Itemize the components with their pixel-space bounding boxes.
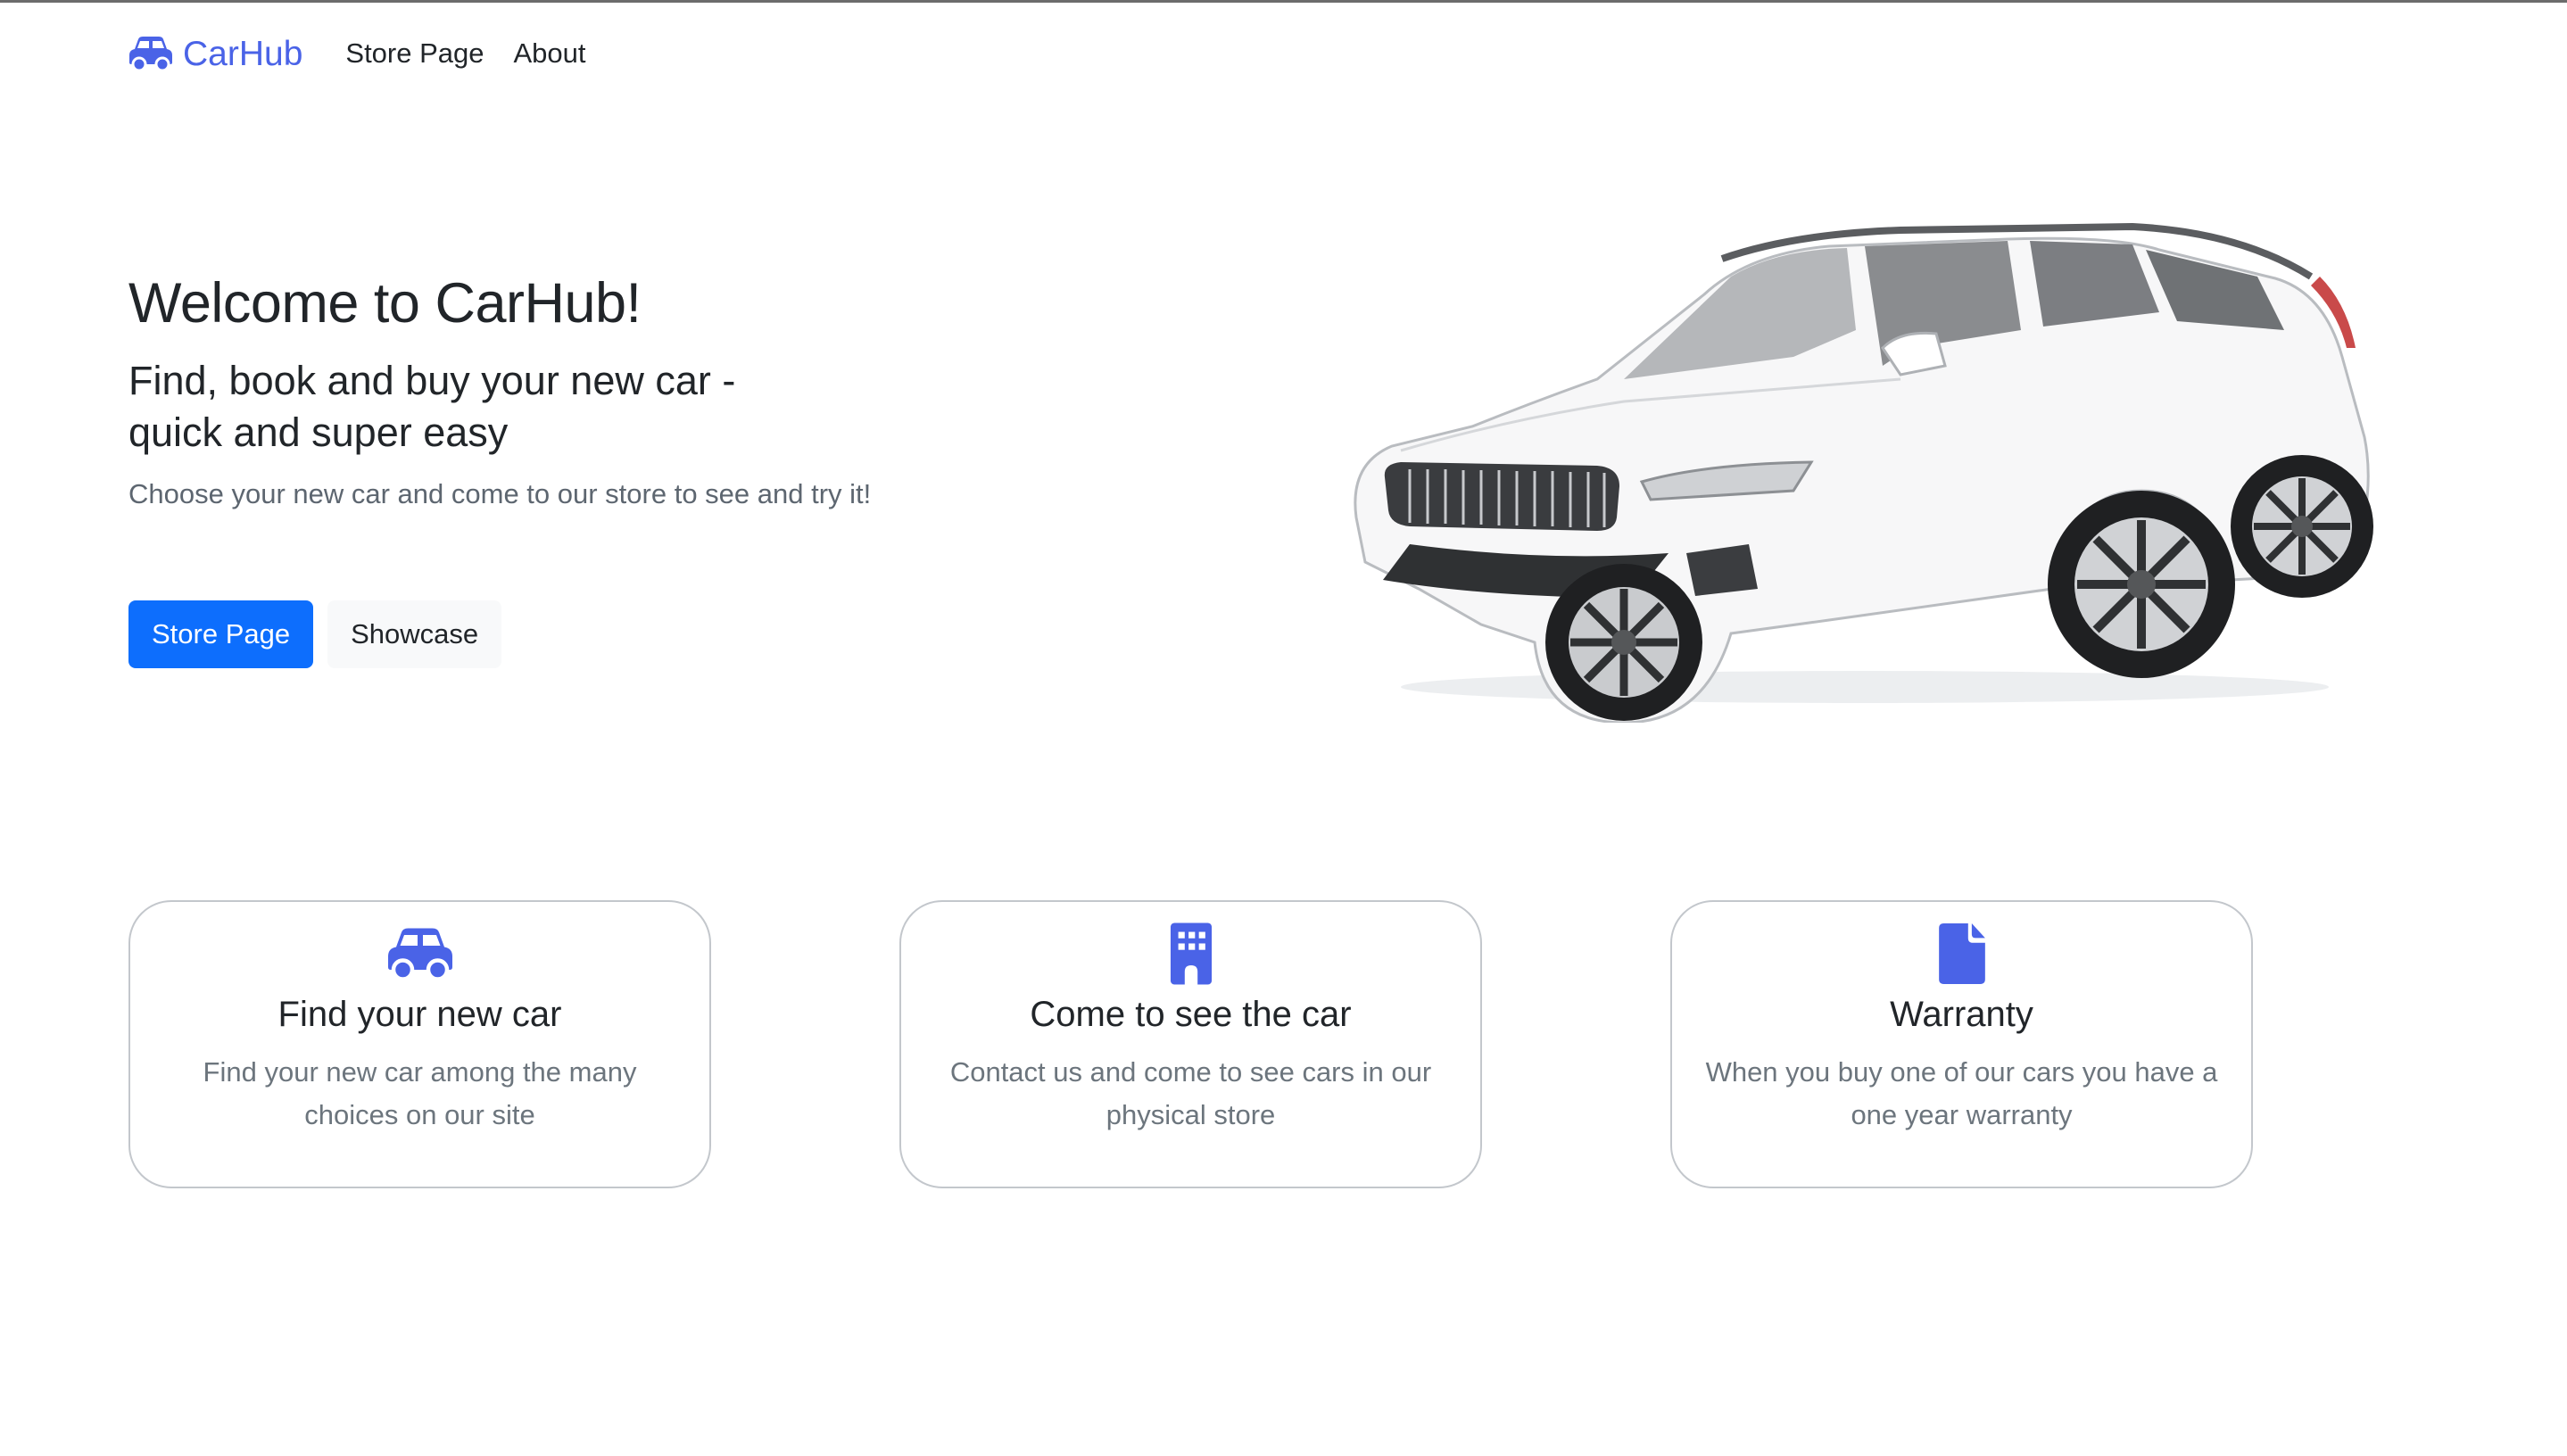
hero-subtitle-line-2: quick and super easy	[128, 410, 509, 456]
showcase-button[interactable]: Showcase	[327, 600, 502, 668]
brand-label: CarHub	[183, 34, 303, 73]
feature-card-warranty: Warranty When you buy one of our cars yo…	[1670, 900, 2253, 1188]
feature-title: Find your new car	[277, 995, 562, 1034]
hero-car-image	[1354, 223, 2373, 723]
feature-title: Warranty	[1890, 995, 2033, 1034]
window-top-border	[0, 0, 2567, 3]
navbar: CarHub Store Page About	[128, 27, 586, 80]
file-icon	[1938, 922, 1985, 986]
hero-subtitle-line-1: Find, book and buy your new car -	[128, 358, 736, 404]
feature-title: Come to see the car	[1030, 995, 1352, 1034]
store-page-button[interactable]: Store Page	[128, 600, 314, 668]
brand-link[interactable]: CarHub	[128, 36, 302, 71]
nav-link-store-page[interactable]: Store Page	[345, 37, 484, 70]
car-icon	[129, 37, 172, 71]
feature-card-visit-store: Come to see the car Contact us and come …	[899, 900, 1482, 1188]
hero-description: Choose your new car and come to our stor…	[128, 477, 872, 509]
hero-title: Welcome to CarHub!	[128, 272, 642, 335]
hero-buttons: Store Page Showcase	[128, 600, 502, 668]
nav-link-about[interactable]: About	[514, 37, 586, 70]
hero-subtitle: Find, book and buy your new car - quick …	[128, 355, 807, 458]
feature-text: Contact us and come to see cars in our p…	[949, 1056, 1432, 1130]
car-icon	[383, 922, 458, 986]
building-icon	[1168, 922, 1214, 986]
feature-text: Find your new car among the many choices…	[203, 1056, 637, 1130]
feature-card-find-car: Find your new car Find your new car amon…	[128, 900, 711, 1188]
hero-section: Welcome to CarHub! Find, book and buy yo…	[128, 271, 1021, 510]
feature-text: When you buy one of our cars you have a …	[1705, 1056, 2218, 1130]
page: CarHub Store Page About Welcome to CarHu…	[0, 0, 2567, 1456]
